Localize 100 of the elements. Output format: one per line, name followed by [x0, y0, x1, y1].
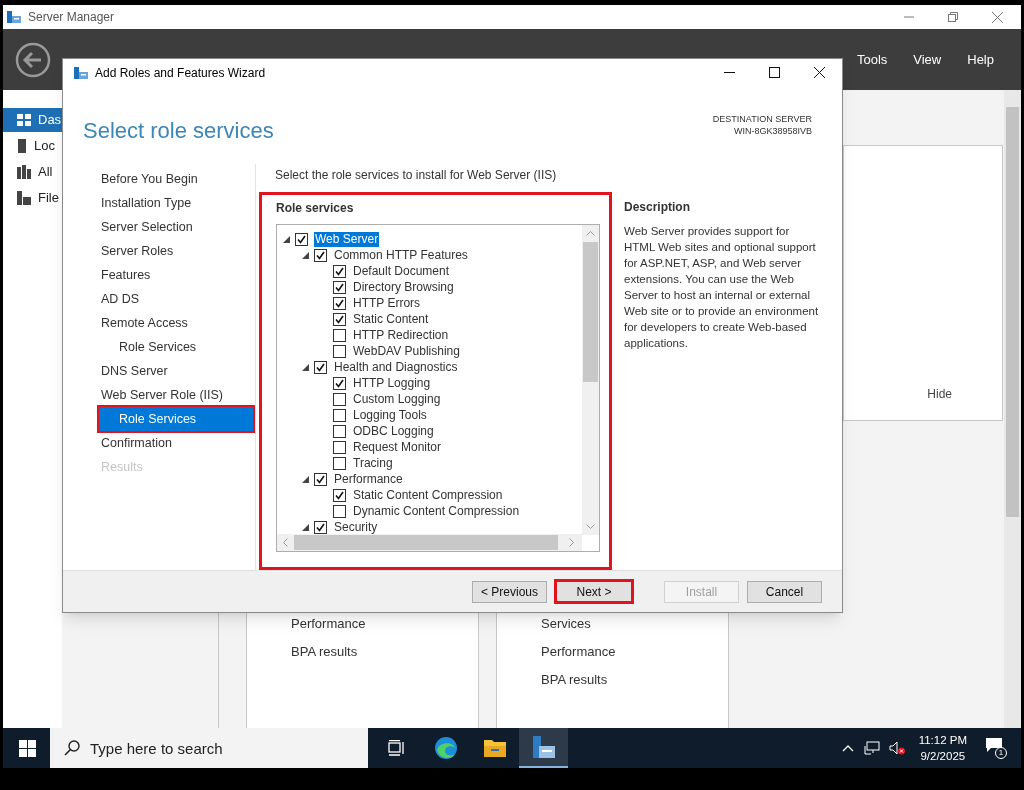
- tree-item[interactable]: Web Server: [314, 231, 380, 247]
- checkbox[interactable]: [333, 280, 346, 294]
- chevron-up-icon[interactable]: [841, 744, 854, 752]
- sidebar-label: All: [38, 163, 53, 182]
- wizard-step[interactable]: AD DS: [99, 287, 253, 312]
- checkbox[interactable]: [314, 472, 327, 486]
- windows-start-icon[interactable]: [19, 739, 36, 757]
- checkbox[interactable]: [333, 424, 346, 438]
- checkbox[interactable]: [314, 520, 327, 534]
- scrollbar[interactable]: [277, 534, 582, 552]
- tree-item[interactable]: Custom Logging: [352, 391, 442, 407]
- tree-item[interactable]: Dynamic Content Compression: [352, 503, 521, 519]
- wizard-step[interactable]: Features: [99, 263, 253, 288]
- tree-item[interactable]: Common HTTP Features: [333, 247, 469, 263]
- scrollbar-thumb[interactable]: [583, 242, 598, 383]
- tile-link[interactable]: BPA results: [291, 644, 478, 660]
- search-icon: [64, 740, 80, 756]
- sidebar-icon: [17, 165, 31, 179]
- tree-item[interactable]: Tracing: [352, 455, 394, 471]
- checkbox[interactable]: [333, 296, 346, 310]
- taskbar-app[interactable]: [519, 728, 568, 768]
- tree-item[interactable]: Static Content: [352, 311, 430, 327]
- checkbox[interactable]: [333, 440, 346, 454]
- checkbox[interactable]: [333, 264, 346, 278]
- wizard-step[interactable]: Installation Type: [99, 191, 253, 216]
- wizard-step[interactable]: DNS Server: [99, 359, 253, 384]
- sidebar-label: Das: [38, 111, 62, 130]
- menu-item[interactable]: View: [913, 49, 942, 70]
- clock[interactable]: 11:12 PM 9/2/2025: [918, 732, 967, 764]
- tree-item[interactable]: HTTP Logging: [352, 375, 432, 391]
- section-heading: Role services: [276, 200, 355, 216]
- wizard-step[interactable]: Web Server Role (IIS): [99, 383, 253, 408]
- wizard-step[interactable]: Server Roles: [99, 239, 253, 264]
- checkbox[interactable]: [333, 456, 346, 470]
- wizard-button[interactable]: < Previous: [472, 580, 547, 603]
- search-field[interactable]: Type here to search: [50, 728, 368, 768]
- tree-item[interactable]: Health and Diagnostics: [333, 359, 459, 375]
- expand-arrow-icon[interactable]: [302, 523, 309, 531]
- network-icon[interactable]: [863, 741, 880, 755]
- tree-item[interactable]: Request Monitor: [352, 439, 443, 455]
- checkbox[interactable]: [333, 392, 346, 406]
- checkbox[interactable]: [333, 344, 346, 358]
- expand-arrow-icon[interactable]: [302, 251, 309, 259]
- expand-arrow-icon[interactable]: [302, 363, 309, 371]
- checkbox[interactable]: [333, 328, 346, 342]
- wizard-step[interactable]: Confirmation: [99, 431, 253, 456]
- hide-link[interactable]: Hide: [927, 385, 952, 403]
- checkbox[interactable]: [333, 504, 346, 518]
- browser-icon: [433, 736, 458, 760]
- wizard-step[interactable]: Before You Begin: [99, 167, 253, 192]
- section-heading: Description: [624, 199, 691, 215]
- back-icon[interactable]: [15, 41, 51, 78]
- wizard-button[interactable]: Next >: [554, 579, 634, 605]
- checkbox[interactable]: [333, 376, 346, 390]
- expand-arrow-icon[interactable]: [283, 235, 290, 243]
- scrollbar-thumb[interactable]: [294, 535, 558, 551]
- wizard-step[interactable]: Server Selection: [99, 215, 253, 240]
- tree-item[interactable]: Default Document: [352, 263, 451, 279]
- wizard-step[interactable]: Role Services: [99, 407, 253, 432]
- tree-item[interactable]: HTTP Errors: [352, 295, 422, 311]
- tree-item[interactable]: Security: [333, 519, 379, 535]
- folder-icon: [482, 738, 507, 758]
- checkbox[interactable]: [295, 232, 308, 246]
- wizard-button[interactable]: Cancel: [747, 580, 822, 603]
- window-title: Add Roles and Features Wizard: [95, 64, 266, 82]
- checkbox[interactable]: [314, 360, 327, 374]
- wizard-step[interactable]: Remote Access: [99, 311, 253, 336]
- close-icon[interactable]: [814, 67, 825, 79]
- tile-link[interactable]: Performance: [541, 644, 728, 660]
- sidebar-icon: [17, 191, 31, 205]
- checkbox[interactable]: [333, 408, 346, 422]
- scrollbar[interactable]: [582, 225, 599, 536]
- checkbox[interactable]: [333, 488, 346, 502]
- scrollbar[interactable]: [1004, 90, 1021, 728]
- checkbox[interactable]: [314, 248, 327, 262]
- tree-item[interactable]: Static Content Compression: [352, 487, 504, 503]
- server-manager-icon: [530, 735, 557, 759]
- restore-icon[interactable]: [948, 12, 958, 22]
- expand-arrow-icon[interactable]: [302, 475, 309, 483]
- page-title: Select role services: [83, 116, 274, 145]
- menu-item[interactable]: Tools: [856, 49, 888, 70]
- tree-item[interactable]: ODBC Logging: [352, 423, 435, 439]
- tile-link[interactable]: Performance: [291, 616, 478, 632]
- tree-item[interactable]: Performance: [333, 471, 404, 487]
- tree-item[interactable]: Directory Browsing: [352, 279, 455, 295]
- tile-link[interactable]: Services: [541, 616, 728, 632]
- tree-item[interactable]: WebDAV Publishing: [352, 343, 461, 359]
- tile-link[interactable]: BPA results: [541, 672, 728, 688]
- scrollbar-thumb[interactable]: [1006, 107, 1019, 517]
- tree-item[interactable]: HTTP Redirection: [352, 327, 450, 343]
- menu-item[interactable]: Help: [967, 49, 994, 70]
- checkbox[interactable]: [333, 312, 346, 326]
- sidebar-icon: [17, 139, 27, 153]
- notification-button[interactable]: 1: [985, 737, 1007, 759]
- sidebar-item[interactable]: Das: [3, 108, 62, 132]
- maximize-icon[interactable]: [769, 67, 780, 79]
- muted-speaker-icon[interactable]: [888, 741, 905, 755]
- destination-server: WIN-8GK38958IVB: [733, 124, 812, 137]
- tree-item[interactable]: Logging Tools: [352, 407, 428, 423]
- wizard-step[interactable]: Role Services: [99, 335, 253, 360]
